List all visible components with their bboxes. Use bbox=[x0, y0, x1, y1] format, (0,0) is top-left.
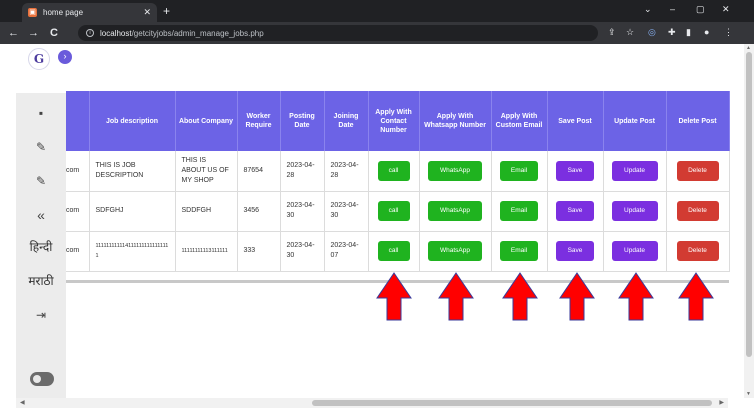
back-button[interactable]: ← bbox=[8, 26, 19, 40]
vertical-scrollbar[interactable]: ▲ ▼ bbox=[744, 44, 754, 398]
url-host: localhost bbox=[100, 28, 132, 38]
address-bar[interactable]: i localhost /getcityjobs/admin_manage_jo… bbox=[78, 25, 598, 41]
tab-title: home page bbox=[43, 8, 84, 17]
close-window-button[interactable]: ✕ bbox=[722, 4, 730, 15]
vertical-scroll-thumb[interactable] bbox=[746, 52, 752, 357]
up-arrow-save bbox=[559, 272, 595, 321]
up-arrow-email bbox=[502, 272, 538, 321]
scroll-right-icon[interactable]: ▶ bbox=[719, 399, 724, 406]
puzzle-icon[interactable]: ✚ bbox=[668, 27, 676, 38]
share-icon[interactable]: ⇪ bbox=[608, 27, 616, 38]
site-info-icon[interactable]: i bbox=[86, 29, 94, 37]
url-path: /getcityjobs/admin_manage_jobs.php bbox=[131, 28, 264, 38]
reload-button[interactable]: C bbox=[50, 26, 58, 40]
minimize-button[interactable]: – bbox=[670, 4, 675, 14]
up-arrow-whatsapp bbox=[438, 272, 474, 321]
browser-tab[interactable]: ▣ home page ✕ bbox=[22, 3, 157, 22]
bookmark-star-icon[interactable]: ☆ bbox=[626, 27, 634, 38]
profile-avatar-icon[interactable]: ● bbox=[704, 27, 709, 37]
scroll-up-icon[interactable]: ▲ bbox=[746, 45, 751, 51]
tab-close-icon[interactable]: ✕ bbox=[143, 7, 151, 18]
horizontal-scroll-thumb[interactable] bbox=[312, 400, 712, 406]
annotation-arrows bbox=[376, 272, 714, 321]
browser-tab-bar: ▣ home page ✕ + ⌄ – ▢ ✕ bbox=[0, 0, 754, 22]
tab-search-icon[interactable]: ⌄ bbox=[644, 4, 652, 15]
maximize-button[interactable]: ▢ bbox=[696, 4, 705, 15]
favicon-icon: ▣ bbox=[28, 8, 37, 17]
side-panel-icon[interactable]: ▮ bbox=[686, 27, 691, 38]
page-content: G › ▪ ✎ ✎ « हिन्दी मराठी ⇥ Job descripti… bbox=[0, 44, 754, 398]
horizontal-scrollbar[interactable]: ◀ ▶ bbox=[16, 398, 728, 408]
browser-toolbar: ← → C i localhost /getcityjobs/admin_man… bbox=[0, 22, 754, 44]
scroll-down-icon[interactable]: ▼ bbox=[746, 391, 751, 397]
up-arrow-delete bbox=[678, 272, 714, 321]
new-tab-button[interactable]: + bbox=[163, 4, 170, 18]
extension-icon[interactable]: ◎ bbox=[648, 27, 656, 38]
scroll-left-icon[interactable]: ◀ bbox=[20, 399, 25, 406]
up-arrow-update bbox=[618, 272, 654, 321]
forward-button[interactable]: → bbox=[28, 26, 39, 40]
browser-menu-icon[interactable]: ⋮ bbox=[724, 27, 733, 38]
up-arrow-call bbox=[376, 272, 412, 321]
